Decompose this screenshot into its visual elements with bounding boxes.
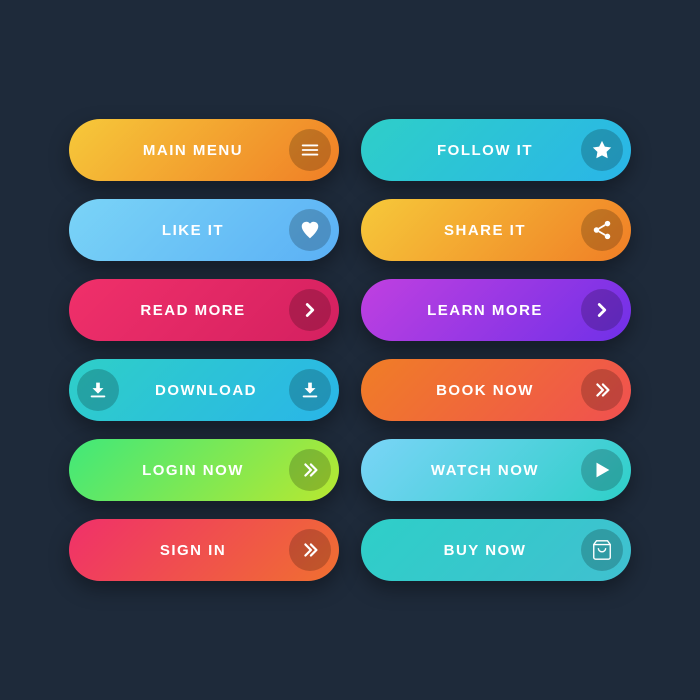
like-it-button[interactable]: LIKE IT xyxy=(69,199,339,261)
sign-in-icon xyxy=(289,529,331,571)
download-left-icon xyxy=(77,369,119,411)
sign-in-label: SIGN IN xyxy=(97,542,289,559)
book-now-icon xyxy=(581,369,623,411)
star-icon xyxy=(581,129,623,171)
share-icon xyxy=(581,209,623,251)
buy-now-button[interactable]: BUY NOW xyxy=(361,519,631,581)
cart-icon xyxy=(581,529,623,571)
read-more-label: READ MORE xyxy=(97,302,289,319)
share-it-button[interactable]: SHARE IT xyxy=(361,199,631,261)
sign-in-button[interactable]: SIGN IN xyxy=(69,519,339,581)
login-now-icon xyxy=(289,449,331,491)
download-button[interactable]: DOWNLOAD xyxy=(69,359,339,421)
like-it-label: LIKE IT xyxy=(97,222,289,239)
play-icon xyxy=(581,449,623,491)
book-now-button[interactable]: BOOK NOW xyxy=(361,359,631,421)
main-menu-label: MAIN MENU xyxy=(97,142,289,159)
learn-more-arrow-icon xyxy=(581,289,623,331)
watch-now-button[interactable]: WATCH NOW xyxy=(361,439,631,501)
learn-more-button[interactable]: LEARN MORE xyxy=(361,279,631,341)
follow-it-label: FOLLOW IT xyxy=(389,142,581,159)
download-right-icon xyxy=(289,369,331,411)
read-more-button[interactable]: READ MORE xyxy=(69,279,339,341)
main-menu-button[interactable]: MAIN MENU xyxy=(69,119,339,181)
arrow-right-icon xyxy=(289,289,331,331)
button-grid: MAIN MENU FOLLOW IT LIKE IT SHARE IT REA… xyxy=(29,79,671,621)
learn-more-label: LEARN MORE xyxy=(389,302,581,319)
follow-it-button[interactable]: FOLLOW IT xyxy=(361,119,631,181)
book-now-label: BOOK NOW xyxy=(389,382,581,399)
login-now-button[interactable]: LOGIN NOW xyxy=(69,439,339,501)
watch-now-label: WATCH NOW xyxy=(389,462,581,479)
menu-icon xyxy=(289,129,331,171)
login-now-label: LOGIN NOW xyxy=(97,462,289,479)
buy-now-label: BUY NOW xyxy=(389,542,581,559)
share-it-label: SHARE IT xyxy=(389,222,581,239)
download-label: DOWNLOAD xyxy=(123,382,289,399)
heart-icon xyxy=(289,209,331,251)
